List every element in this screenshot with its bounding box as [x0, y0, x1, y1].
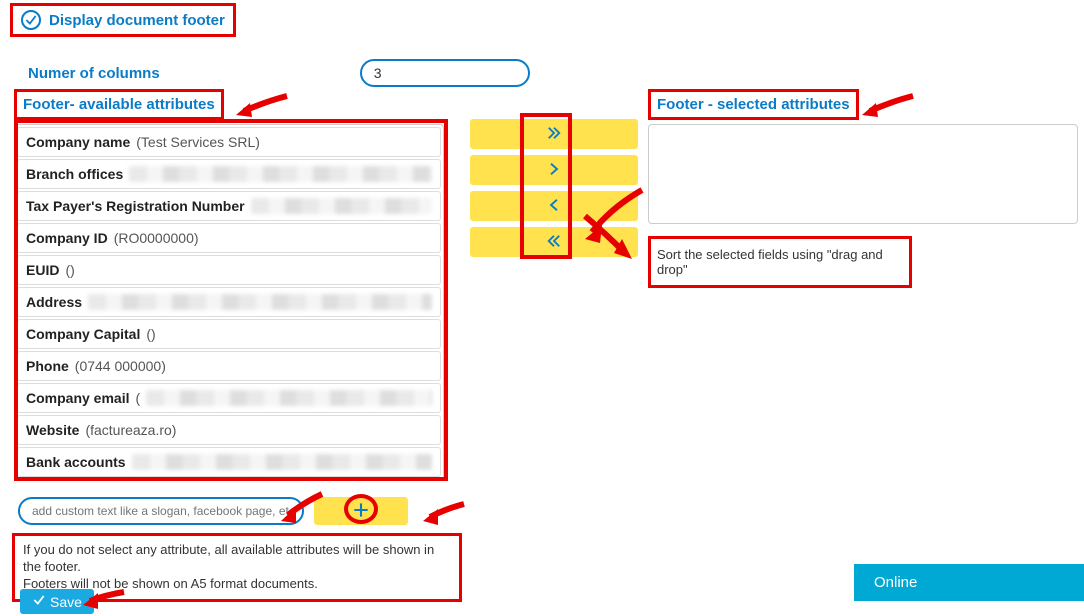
available-attributes-title: Footer- available attributes [14, 89, 224, 120]
move-all-right-button[interactable] [470, 119, 638, 149]
list-item[interactable]: Website (factureaza.ro) [17, 415, 441, 445]
list-item-value: ( [135, 390, 140, 406]
redacted-value [251, 198, 432, 214]
drag-drop-hint: Sort the selected fields using "drag and… [648, 236, 912, 288]
list-item-label: Website [26, 422, 79, 438]
list-item-value: () [65, 262, 74, 278]
list-item-value: (0744 000000) [75, 358, 166, 374]
custom-text-input[interactable] [18, 497, 304, 525]
num-columns-label: Numer of columns [28, 65, 160, 82]
list-item-label: Phone [26, 358, 69, 374]
list-item-label: Address [26, 294, 82, 310]
list-item[interactable]: Tax Payer's Registration Number [17, 191, 441, 221]
list-item-value: (factureaza.ro) [85, 422, 176, 438]
selected-attributes-title: Footer - selected attributes [648, 89, 859, 120]
list-item-label: Branch offices [26, 166, 123, 182]
list-item-value: (RO0000000) [114, 230, 199, 246]
list-item[interactable]: Bank accounts [17, 447, 441, 477]
selected-attributes-list[interactable] [648, 124, 1078, 224]
redacted-value [132, 454, 432, 470]
move-all-left-button[interactable] [470, 227, 638, 257]
list-item-label: Company Capital [26, 326, 140, 342]
list-item[interactable]: Company email ( [17, 383, 441, 413]
note-line1: If you do not select any attribute, all … [23, 542, 451, 576]
display-footer-checkbox-row[interactable]: Display document footer [10, 3, 236, 37]
list-item-label: EUID [26, 262, 59, 278]
custom-text-row [18, 497, 408, 525]
num-columns-row: Numer of columns [28, 59, 1084, 87]
display-footer-label: Display document footer [49, 12, 225, 29]
list-item-label: Company name [26, 134, 130, 150]
redacted-value [146, 390, 432, 406]
transfer-buttons-group [470, 119, 638, 263]
list-item[interactable]: EUID () [17, 255, 441, 285]
move-right-button[interactable] [470, 155, 638, 185]
move-left-button[interactable] [470, 191, 638, 221]
available-attributes-section: Footer- available attributes Company nam… [14, 89, 444, 480]
redacted-value [129, 166, 432, 182]
redacted-value [88, 294, 432, 310]
chevron-left-icon [545, 196, 563, 217]
check-icon [21, 10, 41, 30]
selected-attributes-section: Footer - selected attributes Sort the se… [648, 89, 1078, 288]
num-columns-input[interactable] [360, 59, 530, 87]
list-item-label: Company email [26, 390, 129, 406]
double-chevron-right-icon [545, 124, 563, 145]
list-item-value: (Test Services SRL) [136, 134, 260, 150]
list-item-label: Bank accounts [26, 454, 126, 470]
list-item[interactable]: Phone (0744 000000) [17, 351, 441, 381]
online-status-badge[interactable]: Online [854, 564, 1084, 601]
list-item[interactable]: Company name (Test Services SRL) [17, 127, 441, 157]
available-attributes-list[interactable]: Company name (Test Services SRL) Branch of… [14, 124, 444, 480]
add-custom-text-button[interactable] [314, 497, 408, 525]
list-item-value: () [146, 326, 155, 342]
list-item[interactable]: Address [17, 287, 441, 317]
list-item-label: Company ID [26, 230, 108, 246]
list-item[interactable]: Company Capital () [17, 319, 441, 349]
list-item[interactable]: Company ID (RO0000000) [17, 223, 441, 253]
double-chevron-left-icon [545, 232, 563, 253]
chevron-right-icon [545, 160, 563, 181]
list-item-label: Tax Payer's Registration Number [26, 198, 245, 214]
plus-icon [351, 500, 371, 523]
annotation-arrow [420, 499, 470, 532]
list-item[interactable]: Branch offices [17, 159, 441, 189]
